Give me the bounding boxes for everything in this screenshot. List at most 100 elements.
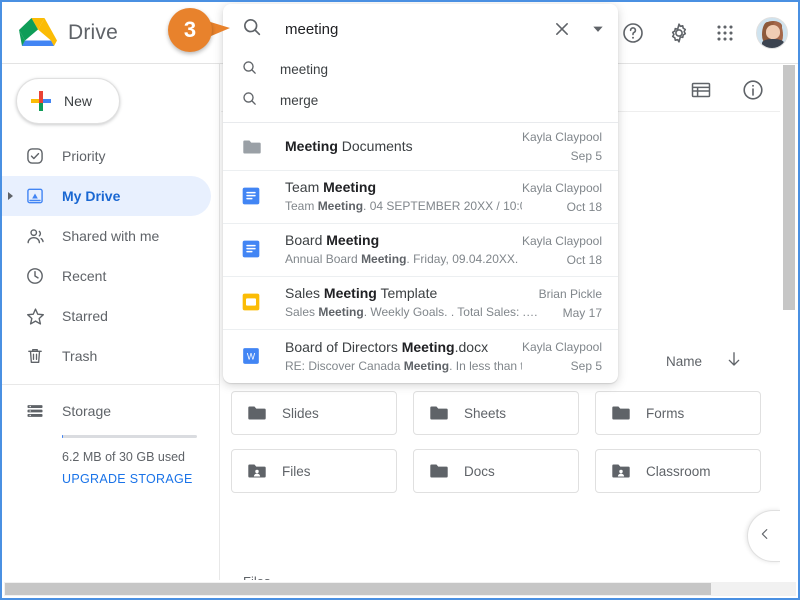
result-owner: Kayla Claypool xyxy=(521,180,602,195)
folder-card-forms[interactable]: Forms xyxy=(595,391,761,435)
folder-card-classroom[interactable]: Classroom xyxy=(595,449,761,493)
sidebar-nav: Priority My Drive Shared with me Recent … xyxy=(2,136,219,486)
folder-icon xyxy=(428,460,450,482)
help-icon[interactable] xyxy=(618,18,648,48)
search-icon xyxy=(241,16,263,43)
trash-icon xyxy=(24,345,46,367)
result-text: Sales Meeting Template Sales Meeting. We… xyxy=(285,285,539,321)
sidebar: New Priority My Drive Shared with me Rec… xyxy=(2,64,220,580)
result-title: Board Meeting xyxy=(285,232,380,248)
folder-row: Files Docs Classroom xyxy=(231,449,761,493)
details-info-icon[interactable] xyxy=(738,75,768,105)
folder-card-docs[interactable]: Docs xyxy=(413,449,579,493)
settings-icon[interactable] xyxy=(664,18,694,48)
suggestion-label: meeting xyxy=(280,62,329,77)
result-title: Board of Directors Meeting.docx xyxy=(285,338,489,355)
avatar-body xyxy=(762,39,784,48)
word-doc-icon: W xyxy=(241,346,263,368)
chevron-down-icon[interactable] xyxy=(578,22,618,36)
search-field xyxy=(223,4,618,54)
folder-card-files[interactable]: Files xyxy=(231,449,397,493)
result-text: Meeting Documents xyxy=(285,138,522,156)
storage-label: Storage xyxy=(62,403,112,419)
plus-icon xyxy=(30,90,52,112)
folder-row: Slides Sheets Forms xyxy=(231,391,761,435)
folder-icon xyxy=(610,402,632,424)
shared-people-icon xyxy=(24,225,46,247)
folder-name: Docs xyxy=(464,463,495,479)
sidebar-item-priority[interactable]: Priority xyxy=(2,136,211,176)
folder-name: Forms xyxy=(646,405,685,421)
expand-caret-icon[interactable] xyxy=(8,192,13,200)
suggestion-label: merge xyxy=(280,93,319,108)
search-results: Meeting Documents Kayla Claypool Sep 5 T… xyxy=(223,123,618,383)
arrow-down-icon[interactable] xyxy=(724,349,744,374)
result-owner: Kayla Claypool xyxy=(521,340,602,354)
result-snippet: RE: Discover Canada Meeting. In less tha… xyxy=(285,358,522,373)
sidebar-item-label: Trash xyxy=(62,348,98,364)
folder-name: Slides xyxy=(282,405,319,421)
storage-icon xyxy=(24,400,46,422)
folder-name: Sheets xyxy=(464,405,507,421)
search-suggestions: meeting merge xyxy=(223,54,618,116)
sidebar-item-label: My Drive xyxy=(62,188,121,204)
sidebar-item-trash[interactable]: Trash xyxy=(2,336,211,376)
sidebar-item-my-drive[interactable]: My Drive xyxy=(2,176,211,216)
callout-number: 3 xyxy=(183,17,197,42)
my-drive-icon xyxy=(24,185,46,207)
folder-name: Classroom xyxy=(646,463,711,479)
sidebar-item-recent[interactable]: Recent xyxy=(2,256,211,296)
google-docs-icon xyxy=(241,239,263,261)
result-title: Team Meeting xyxy=(285,179,377,195)
storage-usage-text: 6.2 MB of 30 GB used xyxy=(62,450,185,464)
result-snippet: Annual Board Meeting. Friday, 09.04.20XX… xyxy=(285,252,522,266)
search-panel: meeting merge xyxy=(223,4,618,383)
files-section-label: Files xyxy=(243,574,270,580)
sort-controls[interactable]: Name xyxy=(666,349,744,374)
result-meta: Kayla Claypool Oct 18 xyxy=(522,234,602,267)
result-owner: Brian Pickle xyxy=(538,286,602,301)
drive-logo-icon xyxy=(18,15,58,51)
result-meta: Kayla Claypool Sep 5 xyxy=(522,130,602,163)
sidebar-item-starred[interactable]: Starred xyxy=(2,296,211,336)
folder-icon xyxy=(428,402,450,424)
avatar[interactable] xyxy=(756,17,788,49)
folders-grid: Slides Sheets Forms Files Docs Classroom xyxy=(231,391,761,507)
horizontal-scrollbar-thumb[interactable] xyxy=(5,583,711,595)
folder-name: Files xyxy=(282,463,311,479)
sidebar-item-storage[interactable]: Storage xyxy=(2,391,211,431)
google-slides-icon xyxy=(241,292,263,314)
horizontal-scrollbar[interactable] xyxy=(4,582,796,596)
search-input[interactable] xyxy=(285,20,546,38)
sidebar-item-label: Shared with me xyxy=(62,228,160,244)
folder-card-slides[interactable]: Slides xyxy=(231,391,397,435)
upgrade-storage-link[interactable]: UPGRADE STORAGE xyxy=(62,472,219,486)
new-button[interactable]: New xyxy=(16,78,120,124)
result-title: Meeting Documents xyxy=(285,137,413,154)
result-snippet: Sales Meeting. Weekly Goals. . Total Sal… xyxy=(285,305,538,319)
apps-grid-icon[interactable] xyxy=(710,18,740,48)
suggestion-item[interactable]: merge xyxy=(223,85,618,116)
svg-text:W: W xyxy=(247,351,256,361)
sort-column-label: Name xyxy=(665,354,702,369)
folder-icon xyxy=(241,136,263,158)
priority-check-icon xyxy=(24,145,46,167)
sidebar-item-label: Priority xyxy=(62,148,106,164)
search-result-row[interactable]: Board Meeting Annual Board Meeting. Frid… xyxy=(223,224,618,277)
result-owner: Kayla Claypool xyxy=(521,130,602,144)
result-date: Oct 18 xyxy=(566,199,602,214)
chevron-left-icon xyxy=(758,527,772,546)
sidebar-item-shared-with-me[interactable]: Shared with me xyxy=(2,216,211,256)
folder-card-sheets[interactable]: Sheets xyxy=(413,391,579,435)
suggestion-item[interactable]: meeting xyxy=(223,54,618,85)
vertical-scrollbar-thumb[interactable] xyxy=(783,65,795,310)
vertical-scrollbar[interactable] xyxy=(782,64,796,580)
list-view-icon[interactable] xyxy=(686,75,716,105)
search-result-row[interactable]: Sales Meeting Template Sales Meeting. We… xyxy=(223,277,618,330)
search-result-row[interactable]: Meeting Documents Kayla Claypool Sep 5 xyxy=(223,123,618,171)
search-result-row[interactable]: Team Meeting Team Meeting. 04 SEPTEMBER … xyxy=(223,171,618,224)
close-icon[interactable] xyxy=(546,19,578,39)
result-text: Team Meeting Team Meeting. 04 SEPTEMBER … xyxy=(285,179,522,215)
search-result-row[interactable]: W Board of Directors Meeting.docx RE: Di… xyxy=(223,330,618,383)
collapse-panel-button[interactable] xyxy=(747,510,780,562)
